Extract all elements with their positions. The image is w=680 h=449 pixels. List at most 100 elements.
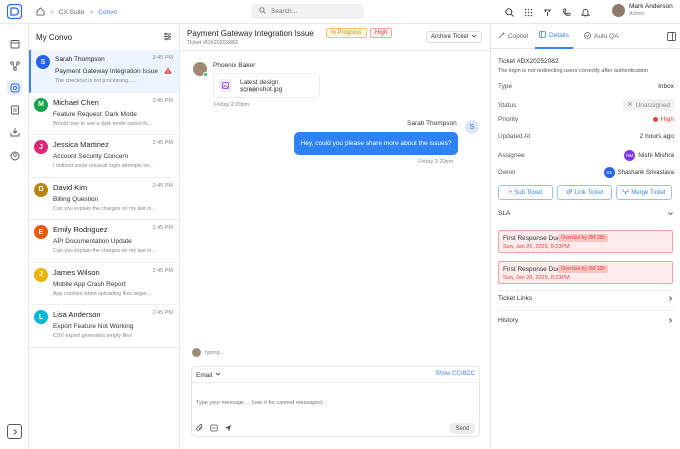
type-value[interactable]: Inbox bbox=[658, 83, 674, 90]
ticket-actions: + Sub Ticket Link Ticket Merge Ticket bbox=[498, 185, 672, 200]
owner-label: Owner bbox=[498, 169, 516, 176]
send-button[interactable]: Send bbox=[450, 423, 475, 434]
user-profile[interactable]: Mark Anderson Admin bbox=[612, 3, 673, 18]
divider bbox=[498, 310, 674, 311]
tab-label: Auto QA bbox=[594, 33, 619, 40]
sla-label: SLA bbox=[498, 210, 511, 217]
breadcrumb-separator: > bbox=[50, 9, 54, 16]
tab-details[interactable]: Details bbox=[535, 24, 573, 49]
conversation-item[interactable]: S Sarah Thompson 3:45 PM Payment Gateway In… bbox=[29, 50, 179, 93]
assignee-value-chip[interactable]: NM Nishi Mishra bbox=[624, 150, 674, 161]
list-title: My Convo bbox=[36, 32, 73, 42]
archive-ticket-dropdown[interactable]: Archive Ticket bbox=[426, 31, 483, 43]
link-ticket-button[interactable]: Link Ticket bbox=[557, 185, 612, 200]
convo-icon[interactable] bbox=[7, 80, 22, 95]
conversation-subject: API Documentation Update bbox=[53, 238, 132, 245]
message-input[interactable] bbox=[196, 400, 466, 406]
conversation-item[interactable]: J James Wilson 2:45 PM Mobile App Crash Rep… bbox=[29, 263, 179, 305]
typing-text: typing... bbox=[205, 349, 225, 356]
search-icon[interactable] bbox=[502, 5, 516, 19]
app-logo-icon[interactable] bbox=[6, 3, 23, 20]
status-label: Status bbox=[498, 101, 517, 109]
priority-value: High bbox=[660, 116, 674, 123]
sla-card: First Response Due Overdue by 2M 18h Sun… bbox=[498, 230, 673, 253]
button-label: Link Ticket bbox=[574, 189, 604, 196]
sla-header[interactable]: SLA bbox=[498, 210, 674, 219]
avatar: S bbox=[465, 120, 479, 134]
assignee-label: Assignee bbox=[498, 152, 525, 159]
history-section[interactable]: History bbox=[498, 317, 674, 326]
updated-row: Updated At 2 hours ago bbox=[498, 133, 674, 140]
network-icon[interactable] bbox=[7, 58, 22, 73]
ticket-links-section[interactable]: Ticket Links bbox=[498, 295, 674, 304]
attachment-icon[interactable] bbox=[196, 424, 204, 434]
merge-ticket-button[interactable]: Merge Ticket bbox=[616, 185, 672, 200]
type-label: Type bbox=[498, 83, 513, 90]
document-icon[interactable] bbox=[7, 102, 22, 117]
status-badge[interactable]: In Progress bbox=[326, 28, 367, 38]
panel-toggle-icon[interactable] bbox=[667, 32, 676, 43]
merge-icon bbox=[622, 188, 629, 197]
archive-ticket-label: Archive Ticket bbox=[431, 34, 469, 40]
tab-auto-qa[interactable]: Auto QA bbox=[580, 24, 623, 49]
conversation-time: 3:45 PM bbox=[152, 55, 173, 61]
chevron-right-icon bbox=[667, 295, 674, 304]
conversation-list: My Convo S Sarah Thompson 3:45 PM Payment G… bbox=[29, 24, 180, 449]
conversation-item[interactable]: D David Kim 2:45 PM Billing Question Can you… bbox=[29, 178, 179, 220]
calendar-icon[interactable] bbox=[7, 36, 22, 51]
ticket-title: Payment Gateway Integration Issue bbox=[187, 29, 314, 38]
conversation-preview: Would love to see a dark mode option fo.… bbox=[53, 120, 153, 127]
message-sender: Sarah Thompson bbox=[407, 120, 457, 127]
bell-icon[interactable] bbox=[578, 5, 592, 19]
avatar bbox=[193, 62, 208, 77]
expand-sidebar-icon[interactable] bbox=[7, 424, 22, 439]
button-label: Sub Ticket bbox=[514, 189, 543, 196]
home-icon[interactable] bbox=[36, 7, 45, 18]
priority-row: Priority High bbox=[498, 116, 674, 123]
show-cc-bcc-link[interactable]: Show CC/BCC bbox=[435, 371, 475, 377]
tab-copilot[interactable]: Copilot bbox=[494, 24, 532, 49]
breadcrumb-cx-suite[interactable]: CX Suite bbox=[59, 9, 85, 16]
conversation-item[interactable]: J Jessica Martinez 2:45 PM Account Security… bbox=[29, 135, 179, 178]
avatar: D bbox=[34, 182, 48, 197]
conversation-subject: Mobile App Crash Report bbox=[53, 280, 126, 288]
conversation-subject: Export Feature Not Working bbox=[53, 323, 134, 330]
owner-value-chip[interactable]: SS Shashank Srivastava bbox=[603, 167, 674, 178]
channel-label: Email bbox=[196, 371, 213, 379]
chevron-down-icon bbox=[471, 33, 477, 41]
breadcrumb-convo[interactable]: Convo bbox=[98, 9, 117, 16]
chevron-right-icon bbox=[667, 317, 674, 326]
conversation-item[interactable]: M Michael Chen 2:45 PM Feature Request: Dar… bbox=[29, 93, 179, 135]
priority-badge[interactable]: High bbox=[370, 28, 393, 38]
sla-date: Sun, Jan 26, 2025, 8:23PM bbox=[503, 275, 570, 281]
user-circle-icon[interactable] bbox=[7, 148, 22, 163]
divider bbox=[498, 290, 674, 291]
conversation-item[interactable]: L Lisa Anderson 2:45 PM Export Feature Not … bbox=[29, 305, 179, 348]
avatar: S bbox=[36, 55, 50, 69]
typing-indicator: typing... bbox=[192, 348, 224, 357]
message-composer: Email Show CC/BCC Send bbox=[191, 366, 480, 437]
copilot-icon bbox=[498, 32, 505, 41]
status-value-chip[interactable]: Unassigned bbox=[622, 99, 674, 111]
nav-rail bbox=[0, 24, 29, 449]
file-attachment[interactable]: Latest design screenshot.jpg 1.2 MB bbox=[213, 73, 320, 98]
ticket-icon[interactable] bbox=[540, 5, 554, 19]
template-icon[interactable] bbox=[210, 424, 218, 434]
breadcrumb-separator: > bbox=[89, 9, 94, 16]
inbox-download-icon[interactable] bbox=[7, 124, 22, 139]
channel-select[interactable]: Email bbox=[196, 371, 221, 379]
priority-value-chip[interactable]: High bbox=[652, 116, 674, 123]
search-box[interactable] bbox=[251, 4, 364, 19]
conversation-preview: Can you explain the charges on my last i… bbox=[53, 205, 156, 212]
search-input[interactable] bbox=[271, 8, 351, 15]
image-file-icon bbox=[219, 79, 232, 92]
filter-icon[interactable] bbox=[163, 32, 172, 43]
conversation-item[interactable]: E Emily Rodriguez 2:45 PM API Documentation… bbox=[29, 220, 179, 263]
apps-grid-icon[interactable] bbox=[521, 5, 535, 19]
search-icon bbox=[259, 7, 266, 16]
send-plane-icon[interactable] bbox=[224, 424, 232, 434]
chat-panel: Payment Gateway Integration Issue Ticket… bbox=[180, 24, 491, 449]
phone-icon[interactable] bbox=[559, 5, 573, 19]
owner-value: Shashank Srivastava bbox=[617, 169, 674, 176]
sub-ticket-button[interactable]: + Sub Ticket bbox=[498, 185, 553, 200]
